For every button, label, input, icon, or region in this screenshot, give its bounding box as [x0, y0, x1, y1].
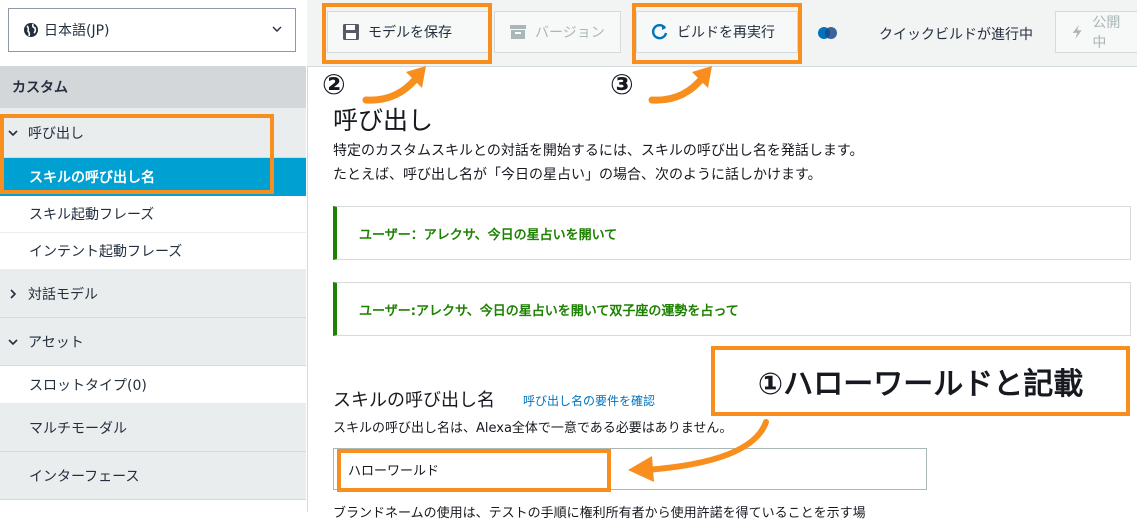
publish-button[interactable]: 公開中	[1055, 11, 1137, 53]
sidebar-item-label: インターフェース	[29, 468, 140, 485]
step-2-marker: ②	[322, 68, 346, 101]
example-text: ユーザー：アレクサ、今日の星占いを開いて	[359, 227, 618, 243]
rebuild-label: ビルドを再実行	[677, 25, 775, 41]
step-3-marker: ③	[610, 68, 634, 101]
locale-selector[interactable]: 日本語(JP)	[8, 8, 296, 52]
requirements-link[interactable]: 呼び出し名の要件を確認	[523, 392, 655, 409]
sidebar: 日本語(JP) カスタム 呼び出し スキルの呼び出し名 スキル起動フレーズ イン…	[0, 0, 308, 512]
sidebar-item-skill-invocation-name[interactable]: スキルの呼び出し名	[0, 158, 306, 196]
invocation-help-text: スキルの呼び出し名は、Alexa全体で一意である必要はありません。	[333, 421, 733, 436]
sidebar-item-label: インテント起動フレーズ	[29, 244, 183, 260]
sidebar-item-assets[interactable]: アセット	[0, 318, 306, 366]
chevron-down-icon	[272, 26, 282, 32]
globe-icon	[24, 23, 38, 37]
rebuild-button[interactable]: ビルドを再実行	[636, 11, 798, 53]
example-callout-2: ユーザー:アレクサ、今日の星占いを開いて双子座の運勢を占って	[333, 282, 1131, 336]
archive-box-icon	[510, 25, 526, 39]
sidebar-item-label: アセット	[28, 334, 84, 351]
sidebar-item-invocation[interactable]: 呼び出し	[0, 108, 306, 158]
locale-label: 日本語(JP)	[44, 23, 110, 39]
description-line-2: たとえば、呼び出し名が「今日の星占い」の場合、次のように話しかけます。	[333, 167, 822, 183]
chevron-down-icon	[8, 338, 18, 345]
lightning-icon	[1072, 24, 1082, 40]
main-content: 呼び出し 特定のカスタムスキルとの対話を開始するには、スキルの呼び出し名を発話し…	[307, 67, 1137, 521]
section-heading-custom: カスタム	[0, 66, 306, 108]
sidebar-item-slot-types[interactable]: スロットタイプ(0)	[0, 366, 306, 404]
invocation-name-heading: スキルの呼び出し名	[333, 390, 495, 411]
version-label: バージョン	[535, 25, 605, 41]
sidebar-item-label: 呼び出し	[28, 125, 84, 142]
quick-build-status: クイックビルドが進行中	[879, 27, 1033, 43]
description-line-1: 特定のカスタムスキルとの対話を開始するには、スキルの呼び出し名を発話します。	[333, 143, 864, 159]
version-button[interactable]: バージョン	[494, 11, 621, 53]
sidebar-item-label: スロットタイプ(0)	[29, 377, 147, 394]
floppy-disk-icon	[343, 24, 359, 40]
refresh-icon	[651, 23, 668, 40]
example-text: ユーザー:アレクサ、今日の星占いを開いて双子座の運勢を占って	[359, 303, 739, 319]
step-1-callout-label: ①ハローワールドと記載	[757, 367, 1084, 402]
sidebar-item-interaction-model[interactable]: 対話モデル	[0, 270, 306, 318]
page-title: 呼び出し	[333, 106, 434, 135]
build-progress-icon	[818, 27, 837, 39]
sidebar-item-multimodal[interactable]: マルチモーダル	[0, 404, 306, 452]
publish-label: 公開中	[1092, 15, 1121, 51]
sidebar-item-label: マルチモーダル	[29, 420, 127, 437]
toolbar: モデルを保存 バージョン ビルドを再実行 クイックビルドが進行中 公開中	[307, 0, 1137, 67]
chevron-right-icon	[10, 288, 17, 299]
sidebar-item-interfaces[interactable]: インターフェース	[0, 452, 306, 500]
save-model-label: モデルを保存	[368, 25, 452, 41]
sidebar-item-intent-launch-phrases[interactable]: インテント起動フレーズ	[0, 233, 306, 270]
example-callout-1: ユーザー：アレクサ、今日の星占いを開いて	[333, 206, 1131, 260]
invocation-name-input[interactable]	[333, 448, 927, 490]
sidebar-item-label: スキルの呼び出し名	[29, 170, 155, 186]
section-heading-label: カスタム	[12, 80, 68, 96]
chevron-down-icon	[8, 129, 18, 136]
sidebar-item-label: スキル起動フレーズ	[29, 207, 155, 223]
save-model-button[interactable]: モデルを保存	[327, 11, 489, 53]
sidebar-item-label: 対話モデル	[28, 286, 98, 303]
sidebar-item-skill-launch-phrases[interactable]: スキル起動フレーズ	[0, 196, 306, 233]
